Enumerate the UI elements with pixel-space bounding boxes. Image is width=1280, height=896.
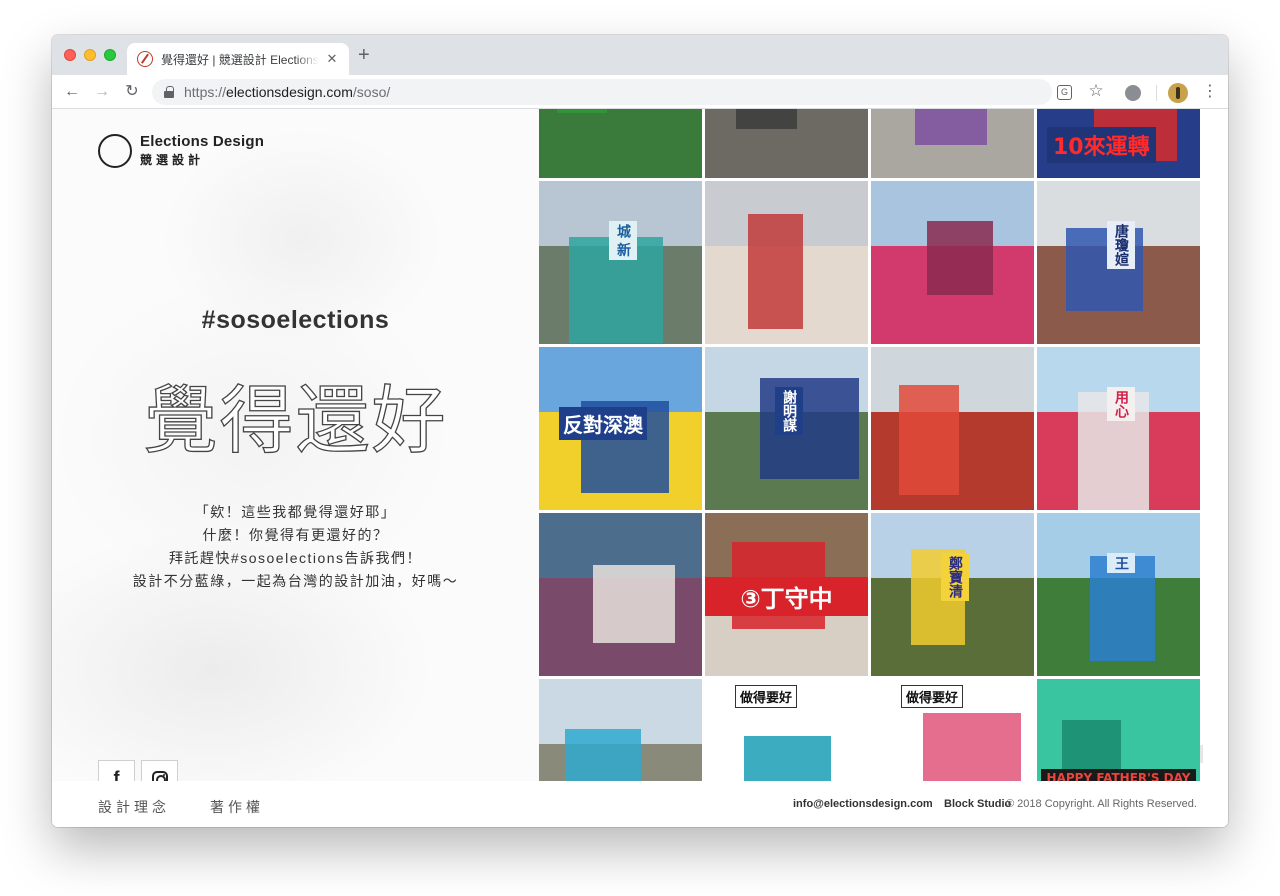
close-window-button[interactable] [64, 49, 76, 61]
photo-sign-text: 做得要好 [735, 685, 798, 708]
copyright-link[interactable]: 著作權 [210, 797, 264, 817]
lock-icon [164, 86, 174, 98]
studio-credit[interactable]: Block Studio [944, 798, 1011, 810]
gallery-photo[interactable]: 用心 [1037, 347, 1200, 510]
gallery-photo[interactable] [871, 181, 1034, 344]
gallery-photo[interactable] [539, 679, 702, 781]
browser-toolbar: ← → ↻ https://electionsdesign.com/soso/ … [52, 75, 1228, 109]
contact-email-link[interactable]: info@electionsdesign.com [793, 798, 933, 810]
browser-tab[interactable]: 覺得還好 | 競選設計 Elections Design ✕ [127, 43, 349, 75]
toolbar-divider [1156, 85, 1157, 101]
gallery-photo[interactable]: ③丁守中 [705, 513, 868, 676]
photo-sign-text: 用心 [1107, 387, 1135, 421]
gallery-photo[interactable]: 王 [1037, 513, 1200, 676]
new-tab-button[interactable]: + [358, 45, 370, 65]
photo-sign-text: 謝明謀 [775, 387, 803, 435]
photo-subject [915, 109, 987, 145]
photo-sign-text: 鄭寶清 [941, 553, 969, 601]
logo-text-zh: 競選設計 [140, 153, 205, 167]
photo-subject [744, 736, 831, 781]
photo-sign-text: 城 新 [609, 221, 637, 260]
gallery-photo[interactable]: 做得要好 [705, 679, 868, 781]
gallery-photo[interactable] [705, 109, 868, 178]
gallery-photo[interactable]: 10來運轉 [1037, 109, 1200, 178]
browser-menu-icon[interactable]: ⋮ [1202, 81, 1218, 103]
footer: 設計理念 著作權 info@electionsdesign.com Block … [52, 781, 1228, 827]
gallery-photo[interactable]: 謝明謀 [705, 347, 868, 510]
bookmark-star-icon[interactable]: ☆ [1087, 82, 1105, 100]
gallery-photo[interactable]: 唐瓊媗 [1037, 181, 1200, 344]
photo-subject [736, 109, 797, 129]
tagline-line: 「欸！這些我都覺得還好耶」 [194, 504, 397, 520]
gallery-photo[interactable]: 城 新 [539, 181, 702, 344]
scrollbar[interactable] [1200, 745, 1203, 763]
minimize-window-button[interactable] [84, 49, 96, 61]
photo-subject [927, 221, 993, 295]
photo-sign-text: 反對深澳 [559, 407, 647, 440]
tagline-line: 什麼！你覺得有更還好的？ [202, 527, 389, 543]
url-text: https://electionsdesign.com/soso/ [184, 84, 391, 100]
photo-subject [565, 729, 641, 781]
tagline: 「欸！這些我都覺得還好耶」 什麼！你覺得有更還好的？ 拜託趕快#sosoelec… [52, 501, 539, 593]
address-bar[interactable]: https://electionsdesign.com/soso/ [152, 79, 1052, 105]
photo-subject [923, 713, 1021, 781]
web-page: Elections Design 競選設計 #sosoelections 覺得還… [52, 109, 1228, 827]
favicon-icon [137, 51, 153, 67]
extension-globe-icon[interactable] [1125, 85, 1141, 101]
photo-gallery: 林右昌 10來運轉城 新 唐瓊媗反對深澳 謝明謀 用心 ③丁守中 鄭寶清 王做得要好 做得要好 H… [539, 109, 1200, 781]
photo-sign-text: 10來運轉 [1047, 127, 1156, 163]
profile-avatar[interactable] [1168, 83, 1188, 103]
site-logo[interactable]: Elections Design 競選設計 [98, 133, 264, 168]
logo-circle-icon [98, 133, 132, 168]
photo-sign-text: 做得要好 [901, 685, 964, 708]
page-title: 覺得還好 [143, 377, 448, 464]
photo-sign-text: 唐瓊媗 [1107, 221, 1135, 269]
gallery-photo[interactable] [705, 181, 868, 344]
photo-subject [748, 214, 803, 329]
gallery-photo[interactable]: 做得要好 [871, 679, 1034, 781]
gallery-photo[interactable]: 鄭寶清 [871, 513, 1034, 676]
logo-text-en: Elections Design [140, 133, 265, 150]
rights-text: © 2018 Copyright. All Rights Reserved. [1006, 798, 1197, 810]
tagline-line: 拜託趕快#sosoelections告訴我們！ [168, 550, 423, 566]
photo-sign-text: ③丁守中 [705, 577, 868, 616]
photo-sign-text: HAPPY FATHER'S DAY [1041, 769, 1196, 781]
design-concept-link[interactable]: 設計理念 [98, 797, 170, 817]
tab-strip: 覺得還好 | 競選設計 Elections Design ✕ + [52, 35, 1228, 75]
reload-button[interactable]: ↻ [122, 81, 142, 103]
photo-sign-text: 王 [1107, 553, 1135, 573]
tagline-line: 設計不分藍綠，一起為台灣的設計加油，好嗎～ [132, 573, 459, 589]
tab-title: 覺得還好 | 競選設計 Elections Design [161, 52, 319, 67]
browser-window: 覺得還好 | 競選設計 Elections Design ✕ + ← → ↻ h… [52, 35, 1228, 827]
translate-icon[interactable]: G [1057, 85, 1072, 100]
gallery-photo[interactable] [871, 109, 1034, 178]
photo-subject [593, 565, 675, 643]
forward-button[interactable]: → [92, 81, 112, 103]
maximize-window-button[interactable] [104, 49, 116, 61]
back-button[interactable]: ← [62, 81, 82, 103]
tab-close-icon[interactable]: ✕ [325, 51, 339, 67]
photo-subject [557, 109, 607, 113]
gallery-photo[interactable] [871, 347, 1034, 510]
gallery-photo[interactable] [539, 513, 702, 676]
gallery-photo[interactable]: 林右昌 [539, 109, 702, 178]
hashtag-heading: #sosoelections [201, 306, 390, 334]
gallery-photo[interactable]: HAPPY FATHER'S DAY [1037, 679, 1200, 781]
photo-subject [899, 385, 959, 495]
gallery-photo[interactable]: 反對深澳 [539, 347, 702, 510]
